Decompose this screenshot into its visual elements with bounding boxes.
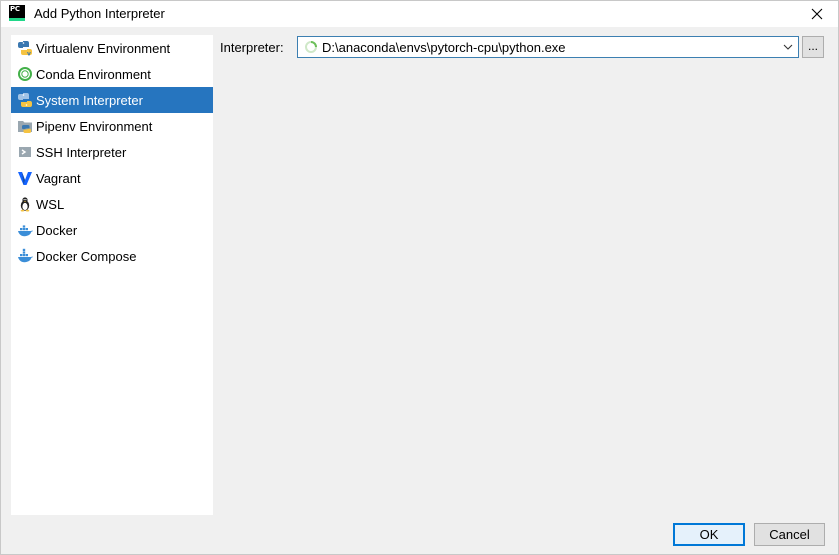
title-bar: PC Add Python Interpreter bbox=[1, 1, 838, 27]
sidebar-item-docker[interactable]: Docker bbox=[11, 217, 213, 243]
pipenv-icon bbox=[17, 118, 33, 134]
sidebar-item-label: Docker bbox=[36, 222, 78, 238]
sidebar-item-label: Docker Compose bbox=[36, 248, 137, 264]
sidebar-item-label: SSH Interpreter bbox=[36, 144, 127, 160]
interpreter-path: D:\anaconda\envs\pytorch-cpu\python.exe bbox=[322, 39, 566, 55]
add-python-interpreter-dialog: PC Add Python Interpreter v Virtualenv E… bbox=[0, 0, 839, 555]
sidebar-item-ssh[interactable]: SSH Interpreter bbox=[11, 139, 213, 165]
chevron-down-icon[interactable] bbox=[778, 37, 798, 57]
sidebar-item-wsl[interactable]: WSL bbox=[11, 191, 213, 217]
sidebar-item-label: Virtualenv Environment bbox=[36, 40, 171, 56]
cancel-button[interactable]: Cancel bbox=[754, 523, 825, 546]
ok-button[interactable]: OK bbox=[673, 523, 745, 546]
close-button[interactable] bbox=[804, 3, 830, 25]
sidebar-item-conda[interactable]: Conda Environment bbox=[11, 61, 213, 87]
window-title: Add Python Interpreter bbox=[34, 6, 165, 21]
sidebar-item-vagrant[interactable]: Vagrant bbox=[11, 165, 213, 191]
docker-icon bbox=[17, 222, 33, 238]
docker-compose-icon bbox=[17, 248, 33, 264]
sidebar-item-label: Vagrant bbox=[36, 170, 81, 186]
sidebar-item-system-interpreter[interactable]: System Interpreter bbox=[11, 87, 213, 113]
logo-text: PC bbox=[10, 5, 20, 13]
browse-button[interactable]: ... bbox=[802, 36, 824, 58]
loading-spinner-icon bbox=[304, 40, 318, 54]
pycharm-logo-icon: PC bbox=[9, 5, 25, 21]
interpreter-label: Interpreter: bbox=[220, 40, 284, 55]
close-icon bbox=[811, 8, 823, 20]
vagrant-icon bbox=[17, 170, 33, 186]
sidebar-item-label: WSL bbox=[36, 196, 65, 212]
conda-icon bbox=[17, 66, 33, 82]
virtualenv-icon: v bbox=[17, 40, 33, 56]
python-icon bbox=[17, 92, 33, 108]
svg-text:v: v bbox=[27, 51, 31, 57]
ssh-icon bbox=[17, 144, 33, 160]
sidebar-item-virtualenv[interactable]: v Virtualenv Environment bbox=[11, 35, 213, 61]
sidebar-item-label: Pipenv Environment bbox=[36, 118, 153, 134]
interpreter-combobox[interactable]: D:\anaconda\envs\pytorch-cpu\python.exe bbox=[297, 36, 799, 58]
sidebar-item-docker-compose[interactable]: Docker Compose bbox=[11, 243, 213, 269]
sidebar-item-label: Conda Environment bbox=[36, 66, 151, 82]
sidebar-item-pipenv[interactable]: Pipenv Environment bbox=[11, 113, 213, 139]
sidebar-item-label: System Interpreter bbox=[36, 92, 143, 108]
linux-penguin-icon bbox=[17, 196, 33, 212]
environment-type-list: v Virtualenv Environment Conda Environme… bbox=[11, 35, 213, 515]
